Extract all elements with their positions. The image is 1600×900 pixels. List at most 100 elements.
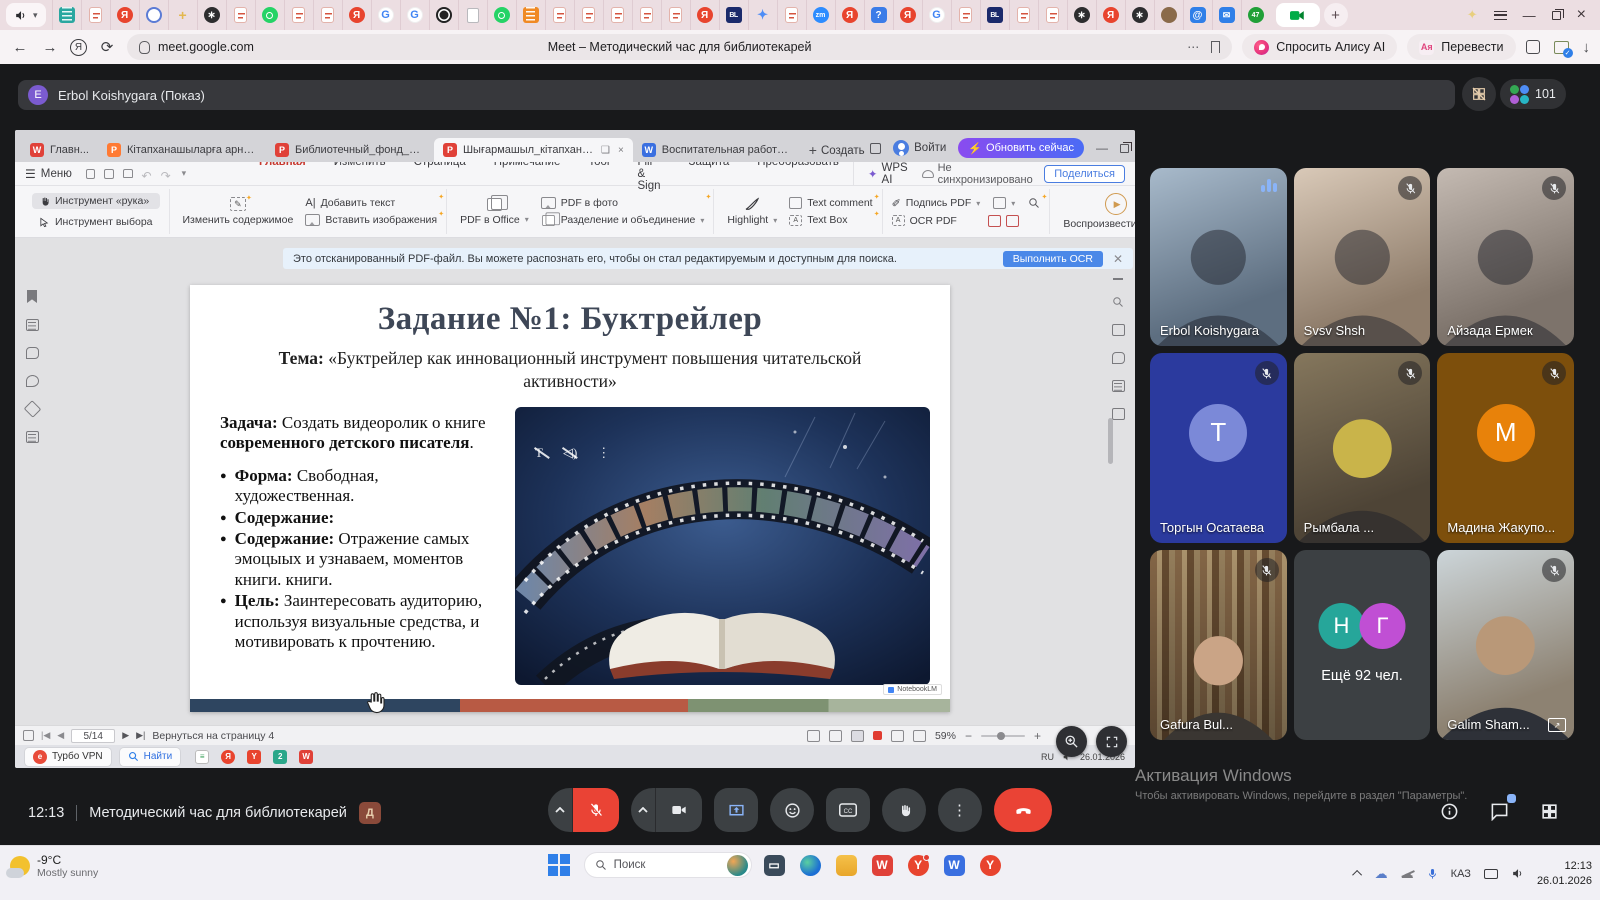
wps-workspace-icon[interactable] (870, 143, 881, 154)
tab-google[interactable]: G (922, 0, 951, 30)
new-tab-button[interactable]: + (1324, 3, 1348, 27)
redo-icon[interactable]: ↷ (161, 169, 171, 179)
people-activities-button[interactable] (1534, 796, 1564, 826)
shared-screen[interactable]: WГлавн...PКітапханашыларға арналған әдіс… (15, 130, 1135, 768)
forward-button[interactable]: → (40, 39, 60, 56)
zoom-plus-icon[interactable]: + (1034, 729, 1041, 743)
mic-tray-icon[interactable] (1427, 867, 1438, 881)
stamp-icon[interactable] (993, 197, 1006, 209)
tab-pdf[interactable] (574, 0, 603, 30)
save-icon[interactable] (104, 169, 114, 179)
crop-icon[interactable] (1006, 215, 1019, 227)
change-layout-button[interactable] (1462, 77, 1496, 111)
sync-status[interactable]: Не синхронизировано (922, 162, 1034, 186)
start-button[interactable] (548, 854, 570, 876)
run-ocr-button[interactable]: Выполнить OCR (1003, 251, 1103, 267)
wps-doc-tab[interactable]: WГлавн... (21, 138, 98, 162)
tab-pdf[interactable] (1009, 0, 1038, 30)
reactions-button[interactable] (770, 788, 814, 832)
comments-icon[interactable] (26, 347, 39, 359)
wps-update-button[interactable]: ⚡Обновить сейчас (958, 138, 1084, 158)
vertical-scrollbar[interactable] (1108, 418, 1113, 464)
reload-button[interactable]: ⟳ (97, 38, 117, 56)
tab-pdf[interactable] (226, 0, 255, 30)
tab-blue-ring[interactable] (139, 0, 168, 30)
end-call-button[interactable] (994, 788, 1052, 832)
find-taskbar-item[interactable]: Найти (120, 748, 181, 766)
tab-pdf[interactable] (951, 0, 980, 30)
outline-icon[interactable] (26, 431, 39, 443)
chat-button[interactable] (1484, 796, 1514, 826)
tab-ya[interactable]: Я (893, 0, 922, 30)
url-bar[interactable]: meet.google.com Meet – Методический час … (127, 34, 1232, 60)
taskbar-icon-monitor[interactable]: ▭ (762, 853, 787, 878)
collapse-icon[interactable] (1113, 278, 1123, 280)
restore-button[interactable] (1552, 11, 1561, 20)
tab-gpt[interactable]: ∗ (1125, 0, 1154, 30)
taskbar-clock[interactable]: 12:13 26.01.2026 (1537, 859, 1592, 889)
last-page-icon[interactable]: ▶| (136, 730, 145, 741)
notepad-taskbar-icon[interactable]: ≡ (195, 750, 209, 764)
tab-whatsapp[interactable] (255, 0, 284, 30)
raise-hand-button[interactable] (882, 788, 926, 832)
tab-orange-tile[interactable] (516, 0, 545, 30)
tab-bilimland[interactable]: BL (980, 0, 1009, 30)
taskbar-icon-folder[interactable] (834, 853, 859, 878)
present-button[interactable] (714, 788, 758, 832)
extensions-icon[interactable] (1526, 40, 1540, 54)
participant-tile[interactable]: ТТоргын Осатаева (1150, 353, 1287, 543)
record-icon[interactable] (873, 731, 882, 740)
extension-check-icon[interactable] (1554, 41, 1569, 54)
page-number-box[interactable]: 5/14 (71, 729, 115, 743)
chevron-down-icon[interactable]: ▾ (33, 10, 38, 21)
taskbar-icon-yandex-dot[interactable]: Y (906, 853, 931, 878)
zoom-minus-icon[interactable]: − (965, 729, 972, 743)
tab-google[interactable]: G (371, 0, 400, 30)
wps-doc-tab[interactable]: PКітапханашыларға арналған әдіст... (98, 138, 266, 162)
taskbar-icon-edge[interactable] (798, 853, 823, 878)
search-icon[interactable] (1028, 197, 1040, 209)
tab-gemini[interactable]: ✦ (748, 0, 777, 30)
tab-pdf[interactable] (545, 0, 574, 30)
tab-mail-blue[interactable]: ✉ (1212, 0, 1241, 30)
tab-at-blue[interactable]: @ (1183, 0, 1212, 30)
more-actions-icon[interactable]: ⋯ (1187, 40, 1199, 54)
first-page-icon[interactable]: |◀ (41, 730, 50, 741)
undo-icon[interactable]: ↶ (142, 169, 152, 179)
tab-dark-dot[interactable] (429, 0, 458, 30)
participant-tile[interactable]: Erbol Koishygara (1150, 168, 1287, 346)
yandex-id-icon[interactable]: Я (70, 39, 87, 56)
wps-new-tab-icon[interactable]: + (809, 142, 817, 158)
tab-pdf[interactable] (603, 0, 632, 30)
tab-ya[interactable]: Я (110, 0, 139, 30)
alice-ai-button[interactable]: Спросить Алису AI (1242, 34, 1397, 60)
bookmark-icon[interactable] (1211, 41, 1220, 53)
participant-tile[interactable]: ММадина Жакупо... (1437, 353, 1574, 543)
wps-doc-tab[interactable]: PШығармашыл_кітапханаш...❑× (434, 138, 633, 162)
more-options-icon[interactable]: ⋮ (597, 445, 610, 461)
tab-pdf[interactable] (661, 0, 690, 30)
more-options-button[interactable]: ⋮ (938, 788, 982, 832)
tab-google[interactable]: G (400, 0, 429, 30)
tab-pdf[interactable] (81, 0, 110, 30)
network-icon[interactable] (1484, 869, 1498, 879)
mic-control[interactable] (548, 788, 619, 832)
camera-button[interactable] (656, 788, 702, 832)
taskbar-weather-widget[interactable]: -9°C Mostly sunny (10, 853, 98, 879)
properties-icon[interactable] (1112, 324, 1125, 336)
fullscreen-button[interactable] (1096, 726, 1127, 757)
tab-google-meet-active[interactable] (1276, 3, 1320, 27)
translate-button[interactable]: Aя Перевести (1407, 34, 1515, 60)
downloads-icon[interactable]: ↓ (1583, 39, 1591, 56)
edit-content-button[interactable]: ✎ Изменить содержимое (179, 197, 298, 226)
tab-ya[interactable]: Я (1096, 0, 1125, 30)
single-page-icon[interactable] (807, 730, 820, 742)
highlight-button[interactable]: Highlight▾ (723, 197, 781, 226)
participant-tile[interactable]: Айзада Ермек (1437, 168, 1574, 346)
wps-login-button[interactable]: Войти (893, 140, 946, 156)
taskbar-icon-wps[interactable]: W (870, 853, 895, 878)
close-doc-icon[interactable]: × (618, 145, 624, 156)
minimize-button[interactable]: — (1523, 9, 1536, 22)
tab-bilimland[interactable]: BL (719, 0, 748, 30)
spread-view-icon[interactable] (913, 730, 926, 742)
